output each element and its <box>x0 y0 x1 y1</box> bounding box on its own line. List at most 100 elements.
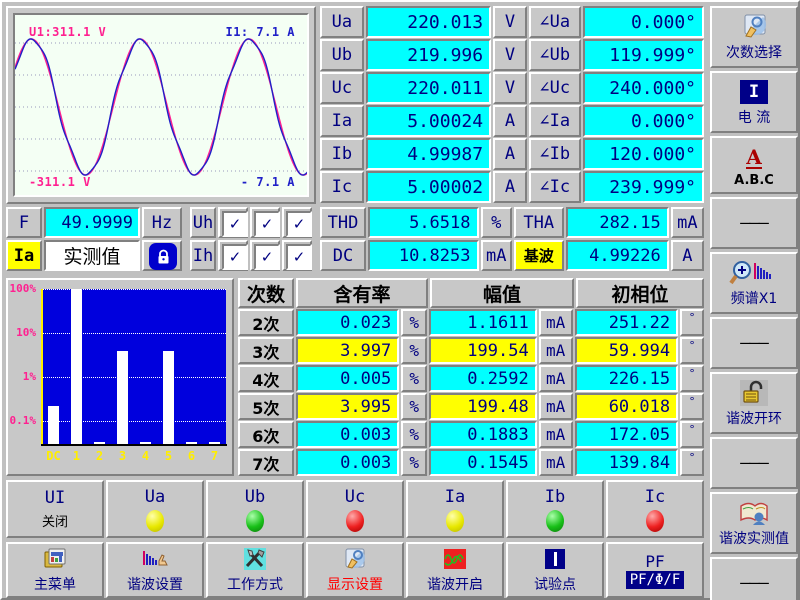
cell-rate: 0.003 <box>295 421 400 448</box>
lock-button[interactable] <box>142 240 182 271</box>
sidebar-item-spectrum-zoom[interactable]: 频谱X1 <box>710 252 798 314</box>
toolbar-label: 显示设置 <box>327 577 383 593</box>
fundamental-value: 4.99226 <box>565 240 669 271</box>
status-led-green-icon <box>246 509 264 532</box>
sidebar-item-unlock[interactable]: 谐波开环 <box>710 372 798 434</box>
toolbar-button-harmonic-on[interactable]: 谐波开启 <box>406 542 504 598</box>
waveform-i-peak-label: I1: 7.1 A <box>225 25 295 39</box>
table-row[interactable]: 6次 0.003% 0.1883 mA 172.05 ° <box>238 421 706 448</box>
channel-button-ui[interactable]: UI 关闭 <box>6 480 104 538</box>
dash-icon: ——— <box>740 213 769 233</box>
measurement-unit: A <box>493 138 527 170</box>
measurement-angle-value: 0.000° <box>582 6 704 38</box>
toolbar-button-main-menu[interactable]: 主菜单 <box>6 542 104 598</box>
channel-button-ia[interactable]: Ia <box>406 480 504 538</box>
ih-checkbox-3[interactable]: ✓ <box>282 240 312 271</box>
cell-rate-unit: % <box>401 365 428 392</box>
channel-label: Ia <box>444 486 466 507</box>
cell-amplitude: 0.1883 <box>429 421 537 448</box>
right-sidebar: 次数选择 I 电 流 A A.B.C ——— 频谱X1 ——— 谐波开环 ——— 谐波实测值 ——— <box>710 6 798 600</box>
sidebar-item-current-i[interactable]: I 电 流 <box>710 71 798 133</box>
sidebar-item-order-select[interactable]: 次数选择 <box>710 6 798 68</box>
channel-button-ic[interactable]: Ic <box>606 480 704 538</box>
waveform-u-peak-label: U1:311.1 V <box>29 25 107 39</box>
toolbar-label: 主菜单 <box>34 577 76 593</box>
phase-a-icon: A <box>746 144 762 169</box>
mid-status-bar: F 49.9999 Hz Ia 实测值 Uh ✓ ✓ ✓ Ih ✓ ✓ ✓ TH… <box>6 207 706 273</box>
fundamental-label[interactable]: 基波 <box>513 240 564 271</box>
spectrum-bar <box>48 406 59 444</box>
spectrum-x-tick-label: 2 <box>95 449 104 463</box>
cell-phase: 251.22 <box>574 309 679 336</box>
status-led-red-icon <box>646 509 664 532</box>
ih-checkbox-2[interactable]: ✓ <box>250 240 280 271</box>
cell-rate-unit: % <box>401 309 428 336</box>
harmonic-analyzer-window: U1:311.1 V I1: 7.1 A -311.1 V - 7.1 A Ua… <box>0 0 800 600</box>
measurement-grid: Ua 220.013 V ∠Ua 0.000° Ub 219.996 V ∠Ub 119.999°… <box>320 6 706 204</box>
uh-checkbox-3[interactable]: ✓ <box>282 207 312 238</box>
toolbar-button-harmonic-settings[interactable]: 谐波设置 <box>106 542 204 598</box>
table-row[interactable]: 4次 0.005% 0.2592 mA 226.15 ° <box>238 365 706 392</box>
uh-checkbox-1[interactable]: ✓ <box>218 207 248 238</box>
table-row[interactable]: 7次 0.003% 0.1545 mA 139.84 ° <box>238 449 706 476</box>
spectrum-chart[interactable]: 100% 10% 1% 0.1% DC 1 2 3 4 5 6 7 <box>6 278 234 476</box>
cell-order: 7次 <box>238 449 294 476</box>
cell-order: 6次 <box>238 421 294 448</box>
toolbar-button-pf[interactable]: PF PF/Φ/F <box>606 542 704 598</box>
channel-button-ib[interactable]: Ib <box>506 480 604 538</box>
measurement-value: 5.00002 <box>365 171 492 203</box>
cell-order: 4次 <box>238 365 294 392</box>
harmonic-table: 次数 含有率 幅值 初相位 2次 0.023% 1.1611 mA 251.22 ° 3次 3… <box>238 278 706 476</box>
table-row[interactable]: 2次 0.023% 1.1611 mA 251.22 ° <box>238 309 706 336</box>
toolbar-button-display-settings[interactable]: 显示设置 <box>306 542 404 598</box>
cell-phase-unit: ° <box>680 337 705 364</box>
cell-rate-unit: % <box>401 449 428 476</box>
measure-mode-label[interactable]: 实测值 <box>44 240 140 271</box>
measurement-angle-name: ∠Uc <box>528 72 581 104</box>
table-row[interactable]: 3次 3.997% 199.54 mA 59.994 ° <box>238 337 706 364</box>
cell-phase: 59.994 <box>574 337 679 364</box>
spectrum-gridline <box>42 332 226 334</box>
thd-block: THD 5.6518 % THA 282.15 mA DC 10.8253 mA… <box>320 207 706 273</box>
sidebar-item-dash: ——— <box>710 317 798 369</box>
uh-checkbox-2[interactable]: ✓ <box>250 207 280 238</box>
cell-phase: 139.84 <box>574 449 679 476</box>
channel-button-ub[interactable]: Ub <box>206 480 304 538</box>
measurement-angle-value: 0.000° <box>582 105 704 137</box>
waveform-svg <box>15 38 307 176</box>
spectrum-x-tick-label: 3 <box>118 449 127 463</box>
sidebar-item-phase-a[interactable]: A A.B.C <box>710 136 798 194</box>
toolbar-button-work-mode[interactable]: 工作方式 <box>206 542 304 598</box>
sidebar-item-dash: ——— <box>710 197 798 249</box>
measurement-name: Uc <box>320 72 364 104</box>
table-row[interactable]: 5次 3.995% 199.48 mA 60.018 ° <box>238 393 706 420</box>
cell-rate: 0.023 <box>295 309 400 336</box>
ih-checkbox-3-mark: ✓ <box>286 244 312 270</box>
header-order: 次数 <box>238 278 294 308</box>
spectrum-zoom-icon <box>729 258 779 288</box>
toolbar-button-test-point[interactable]: 试验点 <box>506 542 604 598</box>
ih-checkbox-row: Ih ✓ ✓ ✓ <box>190 240 314 271</box>
lock-icon[interactable] <box>149 243 177 270</box>
measurement-unit: V <box>493 39 527 71</box>
work-mode-icon <box>243 546 267 572</box>
channel-button-ua[interactable]: Ua <box>106 480 204 538</box>
spectrum-x-tick-label: 7 <box>210 449 219 463</box>
cell-phase: 172.05 <box>574 421 679 448</box>
cell-amplitude: 0.1545 <box>429 449 537 476</box>
channel-label: Ub <box>244 486 266 507</box>
waveform-plot: U1:311.1 V I1: 7.1 A -311.1 V - 7.1 A <box>13 13 309 197</box>
measurement-row: Ib 4.99987 A ∠Ib 120.000° <box>320 138 706 170</box>
ih-checkbox-1[interactable]: ✓ <box>218 240 248 271</box>
ih-label: Ih <box>190 240 216 271</box>
spectrum-y-tick-label: 100% <box>9 282 37 295</box>
pf-label: PF <box>645 551 665 571</box>
channel-sublabel: 关闭 <box>41 515 68 530</box>
current-i-icon: I <box>739 77 769 107</box>
uh-checkbox-1-mark: ✓ <box>222 211 248 237</box>
channel-button-uc[interactable]: Uc <box>306 480 404 538</box>
measurement-unit: V <box>493 6 527 38</box>
sidebar-item-harmonic-measured[interactable]: 谐波实测值 <box>710 492 798 554</box>
test-point-icon <box>544 546 566 572</box>
phase-tag[interactable]: Ia <box>6 240 42 271</box>
